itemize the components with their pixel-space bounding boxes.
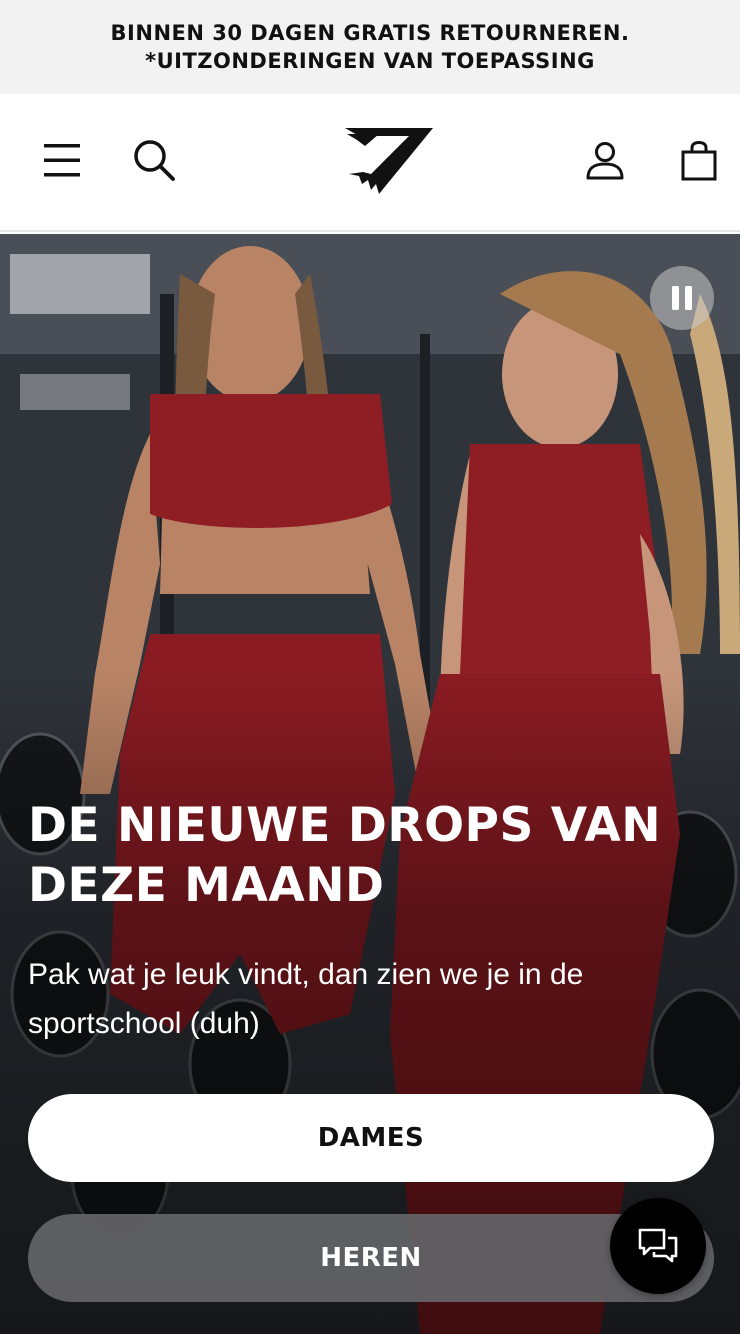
- site-header: [0, 94, 740, 232]
- menu-icon: [44, 144, 80, 177]
- account-button[interactable]: [578, 134, 632, 188]
- hero-subtitle: Pak wat je leuk vindt, dan zien we je in…: [28, 958, 584, 1040]
- announcement-line-1: BINNEN 30 DAGEN GRATIS RETOURNEREN.: [110, 21, 630, 45]
- search-icon: [134, 140, 175, 181]
- chat-bubbles-icon: [638, 1228, 678, 1263]
- pause-icon: [672, 286, 692, 310]
- shop-women-button[interactable]: DAMES: [28, 1094, 714, 1182]
- hero-banner[interactable]: DE NIEUWE DROPS VAN DEZE MAAND Pak wat j…: [0, 234, 740, 1334]
- shopping-bag-icon: [681, 141, 717, 181]
- chat-button[interactable]: [610, 1198, 706, 1294]
- hero-title: DE NIEUWE DROPS VAN DEZE MAAND: [28, 798, 662, 913]
- brand-logo[interactable]: [330, 120, 440, 200]
- shopping-bag-button[interactable]: [674, 134, 724, 188]
- search-button[interactable]: [126, 132, 182, 188]
- menu-button[interactable]: [36, 134, 88, 186]
- account-icon: [586, 142, 624, 180]
- announcement-banner: BINNEN 30 DAGEN GRATIS RETOURNEREN. *UIT…: [0, 0, 740, 94]
- pause-button[interactable]: [650, 266, 714, 330]
- brand-logo-icon: [345, 128, 433, 194]
- announcement-line-2: *UITZONDERINGEN VAN TOEPASSING: [145, 49, 595, 73]
